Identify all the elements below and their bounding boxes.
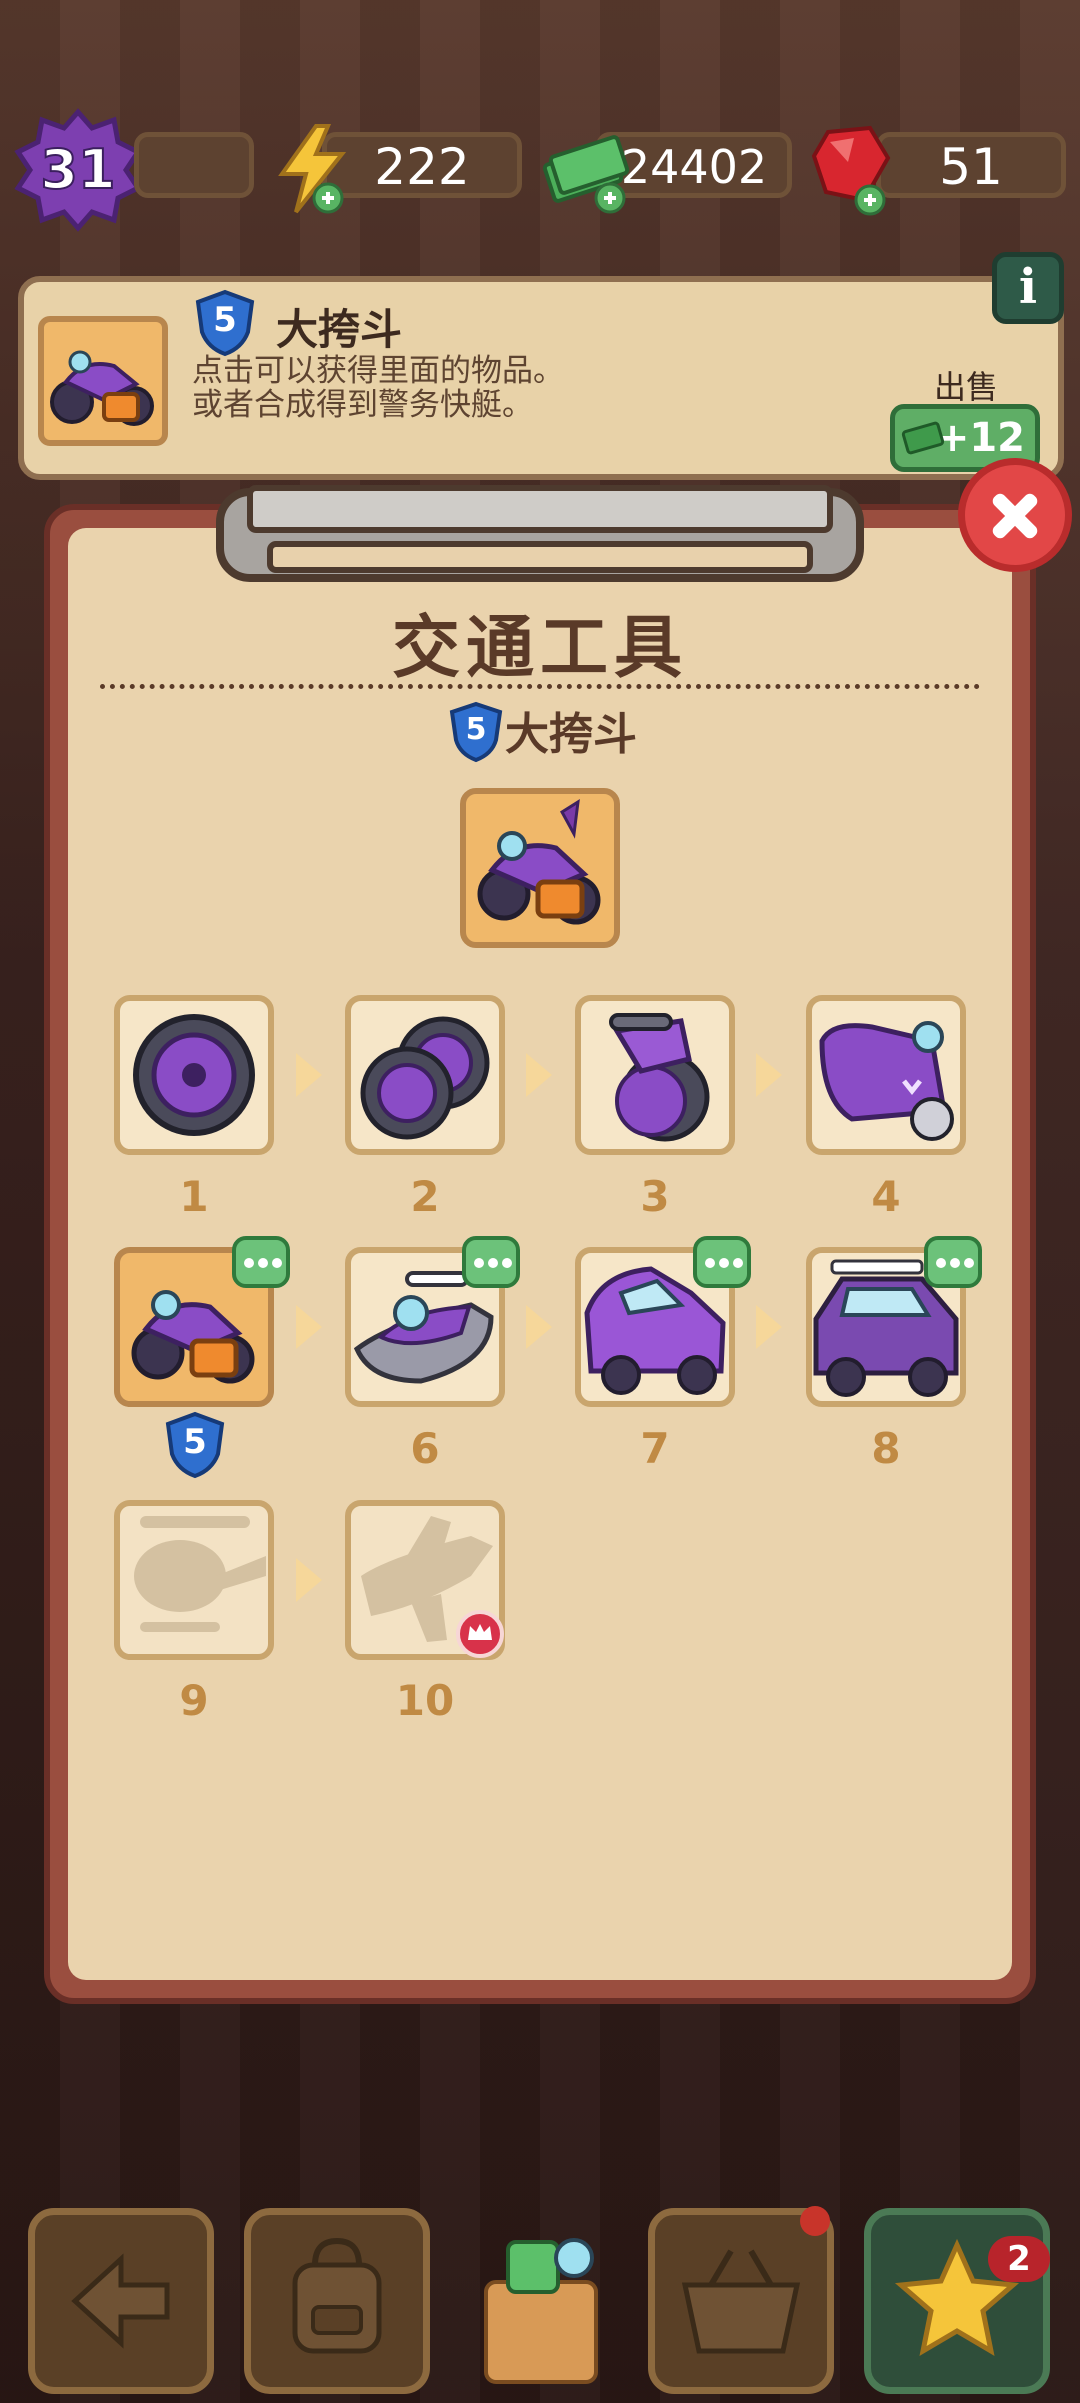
sidecar-motorbike-icon [50,350,154,426]
item-number-2: 2 [410,1172,440,1221]
level-value: 31 [39,137,116,202]
item-number-8: 8 [871,1424,901,1473]
arrow-right-icon [296,1053,322,1097]
sell-value: +12 [935,415,1025,461]
item-info-card: 5 大挎斗 点击可以获得里面的物品。 或者合成得到警务快艇。 i 出售 +12 [18,252,1064,480]
arrow-right-icon [526,1053,552,1097]
item-number-1: 1 [179,1172,209,1221]
item-number-7: 7 [640,1424,670,1473]
sidecar-motorbike-icon [477,799,601,925]
more-options-badge[interactable] [232,1236,290,1288]
crown-icon [456,1610,504,1658]
item-tile-9[interactable] [114,1500,274,1660]
two-wheels-icon [360,1016,490,1140]
item-number-10: 10 [395,1676,455,1725]
item-pack-icon[interactable] [456,2212,626,2392]
more-options-badge[interactable] [924,1236,982,1288]
cash-icon [901,421,945,455]
more-options-badge[interactable] [462,1236,520,1288]
gem-value: 51 [876,132,1066,198]
backpack-button[interactable] [244,2208,430,2394]
item-number-9: 9 [179,1676,209,1725]
item-tile-4[interactable] [806,995,966,1155]
current-item-preview [460,788,620,948]
shop-basket-button[interactable] [648,2208,834,2394]
item-title: 大挎斗 [276,305,403,354]
lightning-icon [278,124,347,214]
notification-dot [800,2206,830,2236]
item-thumbnail [38,316,168,446]
folding-bike-icon [609,1013,710,1142]
arrow-right-icon [526,1305,552,1349]
clipboard-clip-icon [216,485,864,582]
arrow-right-icon [296,1558,322,1602]
info-button[interactable]: i [992,252,1064,324]
cash-stack-icon [542,135,630,214]
backpack-icon [292,2237,382,2354]
purple-wheel-icon [133,1014,255,1136]
sell-label: 出售 [933,368,998,406]
arrow-right-icon [756,1305,782,1349]
basket-icon [681,2249,801,2354]
scooter-icon [819,1021,954,1141]
energy-value: 222 [322,132,522,198]
favorites-count-badge: 2 [988,2236,1050,2282]
arrow-right-icon [296,1305,322,1349]
item-description: 点击可以获得里面的物品。 或者合成得到警务快艇。 [192,354,712,422]
dialog-title: 交通工具 [391,609,688,688]
description-line-1: 点击可以获得里面的物品。 [192,353,564,389]
more-options-badge[interactable] [693,1236,751,1288]
item-tile-1[interactable] [114,995,274,1155]
item-5-level: 5 [183,1422,207,1462]
xp-bar [134,132,254,198]
item-number-6: 6 [410,1424,440,1473]
close-button[interactable] [958,458,1072,572]
subtitle-level: 5 [465,712,487,747]
description-line-2: 或者合成得到警务快艇。 [192,387,533,423]
ruby-icon [811,125,891,216]
item-tile-3[interactable] [575,995,735,1155]
item-tile-2[interactable] [345,995,505,1155]
helicopter-silhouette-icon [134,1516,266,1632]
arrow-left-icon [71,2253,170,2349]
title-divider [100,684,980,689]
back-button[interactable] [28,2208,214,2394]
item-number-3: 3 [640,1172,670,1221]
dialog-subtitle: 大挎斗 [505,709,637,760]
arrow-right-icon [756,1053,782,1097]
level-shield-value: 5 [213,300,237,340]
item-number-4: 4 [871,1172,901,1221]
